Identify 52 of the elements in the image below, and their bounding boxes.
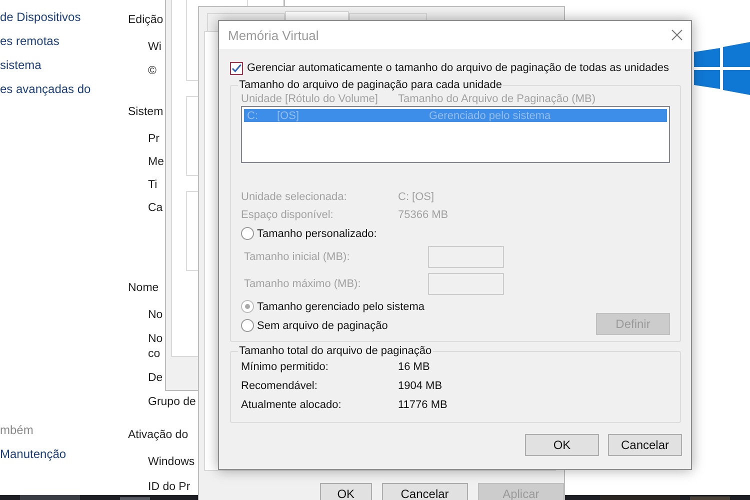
info-label: © [147, 64, 158, 79]
section-heading: Edição [128, 14, 164, 28]
close-icon[interactable] [671, 29, 683, 41]
field-label: Tamanho inicial (MB): [244, 250, 351, 262]
group-title: Tamanho total do arquivo de paginação [238, 345, 433, 357]
radio-label: Sem arquivo de paginação [257, 320, 388, 332]
radio-label: Tamanho gerenciado pelo sistema [257, 300, 425, 312]
info-value: 11776 MB [398, 398, 448, 410]
info-label: Ti [147, 178, 158, 193]
section-heading: Ativação do [128, 429, 190, 443]
info-label: Recomendável: [241, 380, 318, 392]
sidebar-link[interactable]: es remotas [0, 34, 128, 58]
sidebar-link[interactable]: Manutenção [0, 447, 128, 471]
section-heading: Sistem [128, 106, 164, 120]
section-heading: Nome [128, 282, 160, 296]
sidebar-link[interactable]: es avançadas do [0, 82, 128, 106]
sidebar-link[interactable]: de Dispositivos [0, 10, 128, 34]
info-label: Grupo de [147, 395, 196, 410]
checkbox-label: Gerenciar automaticamente o tamanho do arquivo de paginação de todas as unidades [247, 62, 669, 74]
info-label: Unidade selecionada: [241, 191, 348, 203]
field-label: Tamanho máximo (MB): [244, 278, 362, 290]
column-header: Unidade [Rótulo do Volume] [241, 92, 379, 104]
section-heading: mbém [0, 423, 34, 439]
info-label: Espaço disponível: [241, 209, 334, 221]
info-label: De [147, 371, 164, 386]
info-label: Ca [147, 201, 164, 216]
window-title: Memória Virtual [228, 28, 319, 42]
info-value: 1904 MB [398, 380, 444, 392]
radio-button[interactable] [241, 227, 254, 240]
info-label: ID do Pr [147, 480, 192, 495]
column-header: Tamanho do Arquivo de Paginação (MB) [398, 92, 597, 104]
dialog-button[interactable]: Cancelar [382, 483, 468, 500]
info-label: Atualmente alocado: [241, 398, 342, 410]
info-value: 75366 MB [398, 209, 450, 221]
info-label: No co [147, 332, 164, 362]
dialog-button[interactable]: Cancelar [608, 434, 682, 456]
dialog-button[interactable]: OK [525, 434, 599, 456]
sidebar-link[interactable]: sistema [0, 58, 128, 82]
group-title: Tamanho do arquivo de paginação para cada unidade [238, 79, 503, 91]
radio-button[interactable] [241, 300, 254, 313]
info-label: Mínimo permitido: [241, 360, 330, 372]
checkbox[interactable] [230, 62, 243, 74]
info-label: Wi [147, 40, 162, 55]
radio-button[interactable] [241, 319, 254, 332]
info-value: C: [OS] [398, 191, 436, 203]
info-label: Me [147, 155, 165, 170]
info-value: 16 MB [398, 360, 431, 372]
info-label: No [147, 308, 164, 323]
radio-label: Tamanho personalizado: [257, 228, 377, 240]
info-label: Windows [147, 455, 196, 470]
info-label: Pr [147, 132, 160, 147]
dialog-button[interactable]: OK [320, 483, 372, 500]
